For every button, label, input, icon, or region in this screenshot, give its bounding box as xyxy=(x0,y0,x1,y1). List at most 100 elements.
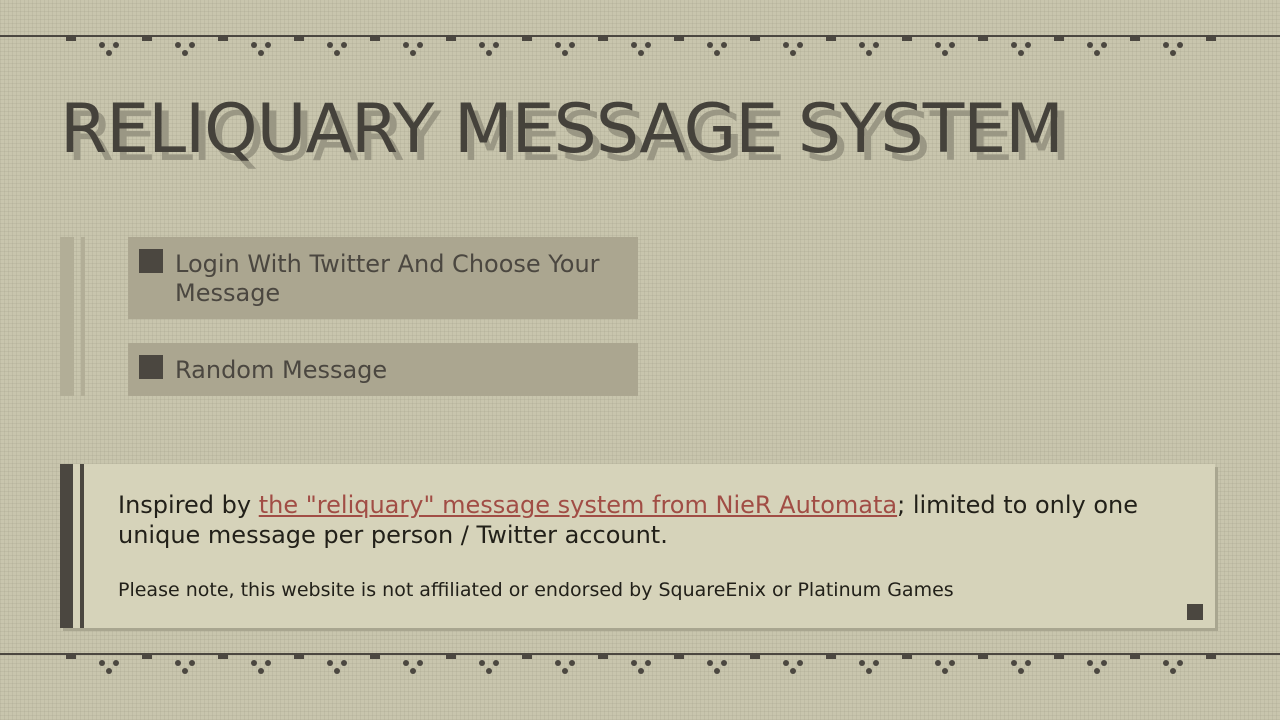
ornament-dot xyxy=(410,50,416,56)
ornament-dot xyxy=(189,660,195,666)
ornament-dot xyxy=(1177,42,1183,48)
ornament-dot xyxy=(707,660,713,666)
ornament-dash xyxy=(826,655,836,659)
nier-automata-link[interactable]: the "reliquary" message system from NieR… xyxy=(259,491,897,519)
ornament-dot xyxy=(790,668,796,674)
ornament-dot xyxy=(1011,660,1017,666)
ornament-dot xyxy=(942,668,948,674)
ornament-dot xyxy=(341,42,347,48)
random-message-button[interactable]: Random Message xyxy=(128,343,638,396)
login-with-twitter-button[interactable]: Login With Twitter And Choose Your Messa… xyxy=(128,237,638,319)
ornament-dot xyxy=(1177,660,1183,666)
ornament-dash xyxy=(370,655,380,659)
ornament-dash xyxy=(522,37,532,41)
ornament-dash xyxy=(598,37,608,41)
ornament-dot xyxy=(1170,50,1176,56)
ornament-dot xyxy=(334,50,340,56)
ornament-dash xyxy=(1054,655,1064,659)
ornament-dot xyxy=(935,42,941,48)
ornament-dot xyxy=(638,50,644,56)
square-bullet-icon xyxy=(139,249,163,273)
ornament-dash xyxy=(446,655,456,659)
ornament-dash xyxy=(902,655,912,659)
ornament-dash xyxy=(1130,37,1140,41)
ornament-dot xyxy=(714,668,720,674)
ornament-dot xyxy=(1011,42,1017,48)
ornament-dash xyxy=(370,37,380,41)
ornament-dash xyxy=(142,655,152,659)
ornament-dash xyxy=(826,37,836,41)
ornament-dot xyxy=(783,660,789,666)
ornament-dot xyxy=(631,42,637,48)
ornament-dot xyxy=(175,42,181,48)
ornament-dot xyxy=(714,50,720,56)
bottom-ornament-pattern xyxy=(66,655,1216,674)
ornament-dash xyxy=(750,37,760,41)
ornament-dot xyxy=(410,668,416,674)
ornament-dash xyxy=(218,37,228,41)
ornament-dash xyxy=(294,655,304,659)
ornament-dot xyxy=(1101,42,1107,48)
ornament-dash xyxy=(978,655,988,659)
bottom-decorative-border xyxy=(0,652,1280,692)
ornament-dash xyxy=(1054,37,1064,41)
ornament-dot xyxy=(265,660,271,666)
ornament-dot xyxy=(182,668,188,674)
ornament-dash xyxy=(142,37,152,41)
ornament-dot xyxy=(258,50,264,56)
ornament-dot xyxy=(486,668,492,674)
ornament-dot xyxy=(403,42,409,48)
corner-square-icon xyxy=(1187,604,1203,620)
ornament-dot xyxy=(106,668,112,674)
ornament-dot xyxy=(1094,50,1100,56)
random-message-label: Random Message xyxy=(175,356,388,384)
ornament-dot xyxy=(334,668,340,674)
ornament-dot xyxy=(189,42,195,48)
ornament-dot xyxy=(1094,668,1100,674)
ornament-dot xyxy=(949,660,955,666)
ornament-dot xyxy=(935,660,941,666)
ornament-dash xyxy=(1206,37,1216,41)
ornament-dot xyxy=(1025,660,1031,666)
ornament-dash xyxy=(218,655,228,659)
ornament-dot xyxy=(942,50,948,56)
page-title: RELIQUARY MESSAGE SYSTEM RELIQUARY MESSA… xyxy=(60,88,1240,178)
ornament-dash xyxy=(902,37,912,41)
ornament-dot xyxy=(1101,660,1107,666)
ornament-dash xyxy=(1206,655,1216,659)
ornament-dash xyxy=(522,655,532,659)
ornament-dot xyxy=(99,42,105,48)
ornament-dot xyxy=(569,42,575,48)
ornament-dot xyxy=(707,42,713,48)
ornament-dot xyxy=(1163,42,1169,48)
ornament-dot xyxy=(493,42,499,48)
ornament-dot xyxy=(631,660,637,666)
ornament-dash xyxy=(66,37,76,41)
info-panel-bar-thin xyxy=(80,464,84,628)
top-decorative-border xyxy=(0,34,1280,74)
ornament-dot xyxy=(486,50,492,56)
ornament-dot xyxy=(949,42,955,48)
ornament-dot xyxy=(866,50,872,56)
ornament-dot xyxy=(555,42,561,48)
disclaimer-note: Please note, this website is not affilia… xyxy=(118,579,954,601)
ornament-dot xyxy=(1087,42,1093,48)
ornament-dot xyxy=(721,42,727,48)
ornament-dot xyxy=(251,42,257,48)
ornament-dash xyxy=(294,37,304,41)
ornament-dot xyxy=(327,660,333,666)
ornament-dot xyxy=(1170,668,1176,674)
ornament-dot xyxy=(327,42,333,48)
menu-rail-thin xyxy=(81,237,85,396)
ornament-dash xyxy=(598,655,608,659)
ornament-dot xyxy=(721,660,727,666)
ornament-dot xyxy=(403,660,409,666)
ornament-dash xyxy=(978,37,988,41)
ornament-dot xyxy=(645,42,651,48)
ornament-dot xyxy=(265,42,271,48)
info-panel-bar-wide xyxy=(60,464,73,628)
ornament-dash xyxy=(1130,655,1140,659)
ornament-dot xyxy=(873,660,879,666)
ornament-dot xyxy=(99,660,105,666)
ornament-dot xyxy=(479,42,485,48)
